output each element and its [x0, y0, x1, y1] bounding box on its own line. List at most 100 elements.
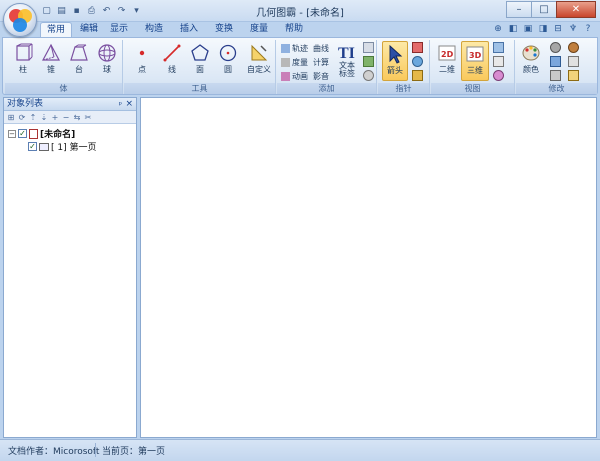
- tab-display[interactable]: 显示: [106, 22, 132, 37]
- status-bar: 文档作者：Micorosoft 当前页：第一页: [0, 439, 600, 461]
- view-3d-label: 三维: [467, 66, 483, 75]
- pentagon-icon: [191, 44, 209, 61]
- orbit-icon[interactable]: [493, 70, 504, 81]
- animation-label: 动画: [292, 72, 308, 81]
- document-author: 文档作者：Micorosoft: [8, 447, 100, 457]
- media-label: 影音: [313, 72, 329, 81]
- polygon-label: 面: [196, 65, 204, 74]
- eye-icon[interactable]: [363, 70, 374, 81]
- add-icon[interactable]: +: [51, 113, 59, 122]
- move-up-icon[interactable]: ⇡: [29, 113, 37, 122]
- add-page-icon[interactable]: ⊕: [492, 23, 504, 35]
- text-label-label: 文本 标签: [339, 61, 355, 78]
- pin-icon[interactable]: ᵖ: [119, 98, 122, 111]
- image-icon[interactable]: [363, 56, 374, 67]
- close-button[interactable]: ✕: [556, 1, 596, 18]
- layer-icon[interactable]: [568, 56, 579, 67]
- tab-transform[interactable]: 变换: [211, 22, 237, 37]
- color-button[interactable]: 颜色: [518, 41, 544, 81]
- media-button[interactable]: 影音: [313, 70, 329, 83]
- select-icon[interactable]: [412, 42, 423, 53]
- drawing-canvas[interactable]: [140, 97, 597, 438]
- polygon-tool-button[interactable]: 面: [186, 41, 214, 81]
- tab-measure[interactable]: 度量: [246, 22, 272, 37]
- style-icon[interactable]: [550, 42, 561, 53]
- group-modify: 颜色 修改: [516, 40, 597, 94]
- view-2d-button[interactable]: 2D 二维: [433, 41, 461, 81]
- group-tools: 点 线 面 圆 自定义 工具: [124, 40, 276, 94]
- view-2d-icon: 2D: [438, 45, 456, 61]
- help-icon[interactable]: ?: [582, 23, 594, 35]
- arrow-pointer-icon: [389, 44, 403, 64]
- custom-tool-button[interactable]: 自定义: [244, 41, 274, 81]
- calculate-label: 计算: [313, 58, 329, 67]
- arrow-pointer-button[interactable]: 箭头: [382, 41, 408, 81]
- point-label: 点: [138, 65, 146, 74]
- page-icon[interactable]: ▣: [522, 23, 534, 35]
- page-visibility-checkbox[interactable]: ✓: [28, 142, 37, 151]
- axis-icon[interactable]: [493, 42, 504, 53]
- table-icon[interactable]: [363, 42, 374, 53]
- cut-icon[interactable]: ✂: [84, 113, 92, 122]
- settings-gear-icon[interactable]: [568, 42, 579, 53]
- document-icon: [29, 128, 38, 139]
- curve-button[interactable]: 曲线: [313, 42, 329, 55]
- trace-button[interactable]: 轨迹: [281, 42, 308, 55]
- tree-item-root[interactable]: − ✓ [未命名]: [8, 127, 136, 140]
- panel-close-icon[interactable]: ×: [125, 98, 133, 111]
- measure-button[interactable]: 度量: [281, 56, 308, 69]
- trace-icon: [281, 44, 290, 53]
- delete-page-icon[interactable]: ⊟: [552, 23, 564, 35]
- tree-root-label: [未命名]: [40, 130, 76, 140]
- move-down-icon[interactable]: ⇣: [40, 113, 48, 122]
- grid-icon[interactable]: [493, 56, 504, 67]
- calculate-button[interactable]: 计算: [313, 56, 329, 69]
- tab-help[interactable]: 帮助: [281, 22, 307, 37]
- animation-button[interactable]: 动画: [281, 70, 308, 83]
- circle-tool-button[interactable]: 圆: [214, 41, 242, 81]
- lock-icon[interactable]: [568, 70, 579, 81]
- curve-label: 曲线: [313, 44, 329, 53]
- root-visibility-checkbox[interactable]: ✓: [18, 129, 27, 138]
- circle-label: 圆: [224, 65, 232, 74]
- group-label-tools: 工具: [124, 83, 275, 94]
- font-icon[interactable]: [550, 56, 561, 67]
- frustum-button[interactable]: 台: [65, 41, 93, 81]
- tab-edit[interactable]: 编辑: [76, 22, 102, 37]
- text-label-button[interactable]: TI 文本 标签: [335, 41, 359, 81]
- remove-icon[interactable]: −: [62, 113, 70, 122]
- brush-icon[interactable]: [550, 70, 561, 81]
- svg-text:2D: 2D: [441, 50, 454, 59]
- group-label-pointer: 指针: [378, 83, 429, 94]
- ribbon-right-icons: ⊕ ◧ ▣ ◨ ⊟ ♆ ?: [492, 23, 594, 35]
- skin-icon[interactable]: ♆: [567, 23, 579, 35]
- maximize-button[interactable]: □: [531, 1, 557, 18]
- view-3d-button[interactable]: 3D 三维: [461, 41, 489, 81]
- sphere-icon: [98, 44, 116, 62]
- line-tool-button[interactable]: 线: [158, 41, 186, 81]
- cylinder-button[interactable]: 柱: [9, 41, 37, 81]
- pencil-icon[interactable]: [412, 70, 423, 81]
- tab-insert[interactable]: 插入: [176, 22, 202, 37]
- window-controls: – □ ✕: [506, 1, 596, 18]
- ruler-triangle-icon: [251, 44, 268, 61]
- expand-all-icon[interactable]: ⊞: [7, 113, 15, 122]
- link-icon[interactable]: ⇆: [73, 113, 81, 122]
- point-tool-button[interactable]: 点: [128, 41, 156, 81]
- cone-button[interactable]: 锥: [37, 41, 65, 81]
- sphere-button[interactable]: 球: [93, 41, 121, 81]
- refresh-icon[interactable]: ⟳: [18, 113, 26, 122]
- tab-construct[interactable]: 构造: [141, 22, 167, 37]
- rotate-icon[interactable]: [412, 56, 423, 67]
- tree-item-page[interactable]: ✓ [ 1] 第一页: [8, 140, 136, 153]
- tab-common[interactable]: 常用: [40, 22, 72, 37]
- measure-icon: [281, 58, 290, 67]
- arrow-label: 箭头: [387, 66, 403, 75]
- collapse-toggle[interactable]: −: [8, 129, 16, 138]
- group-label-solids: 体: [5, 83, 122, 94]
- line-label: 线: [168, 65, 176, 74]
- app-menu-button[interactable]: [3, 3, 37, 37]
- minimize-button[interactable]: –: [506, 1, 532, 18]
- previous-page-icon[interactable]: ◧: [507, 23, 519, 35]
- next-page-icon[interactable]: ◨: [537, 23, 549, 35]
